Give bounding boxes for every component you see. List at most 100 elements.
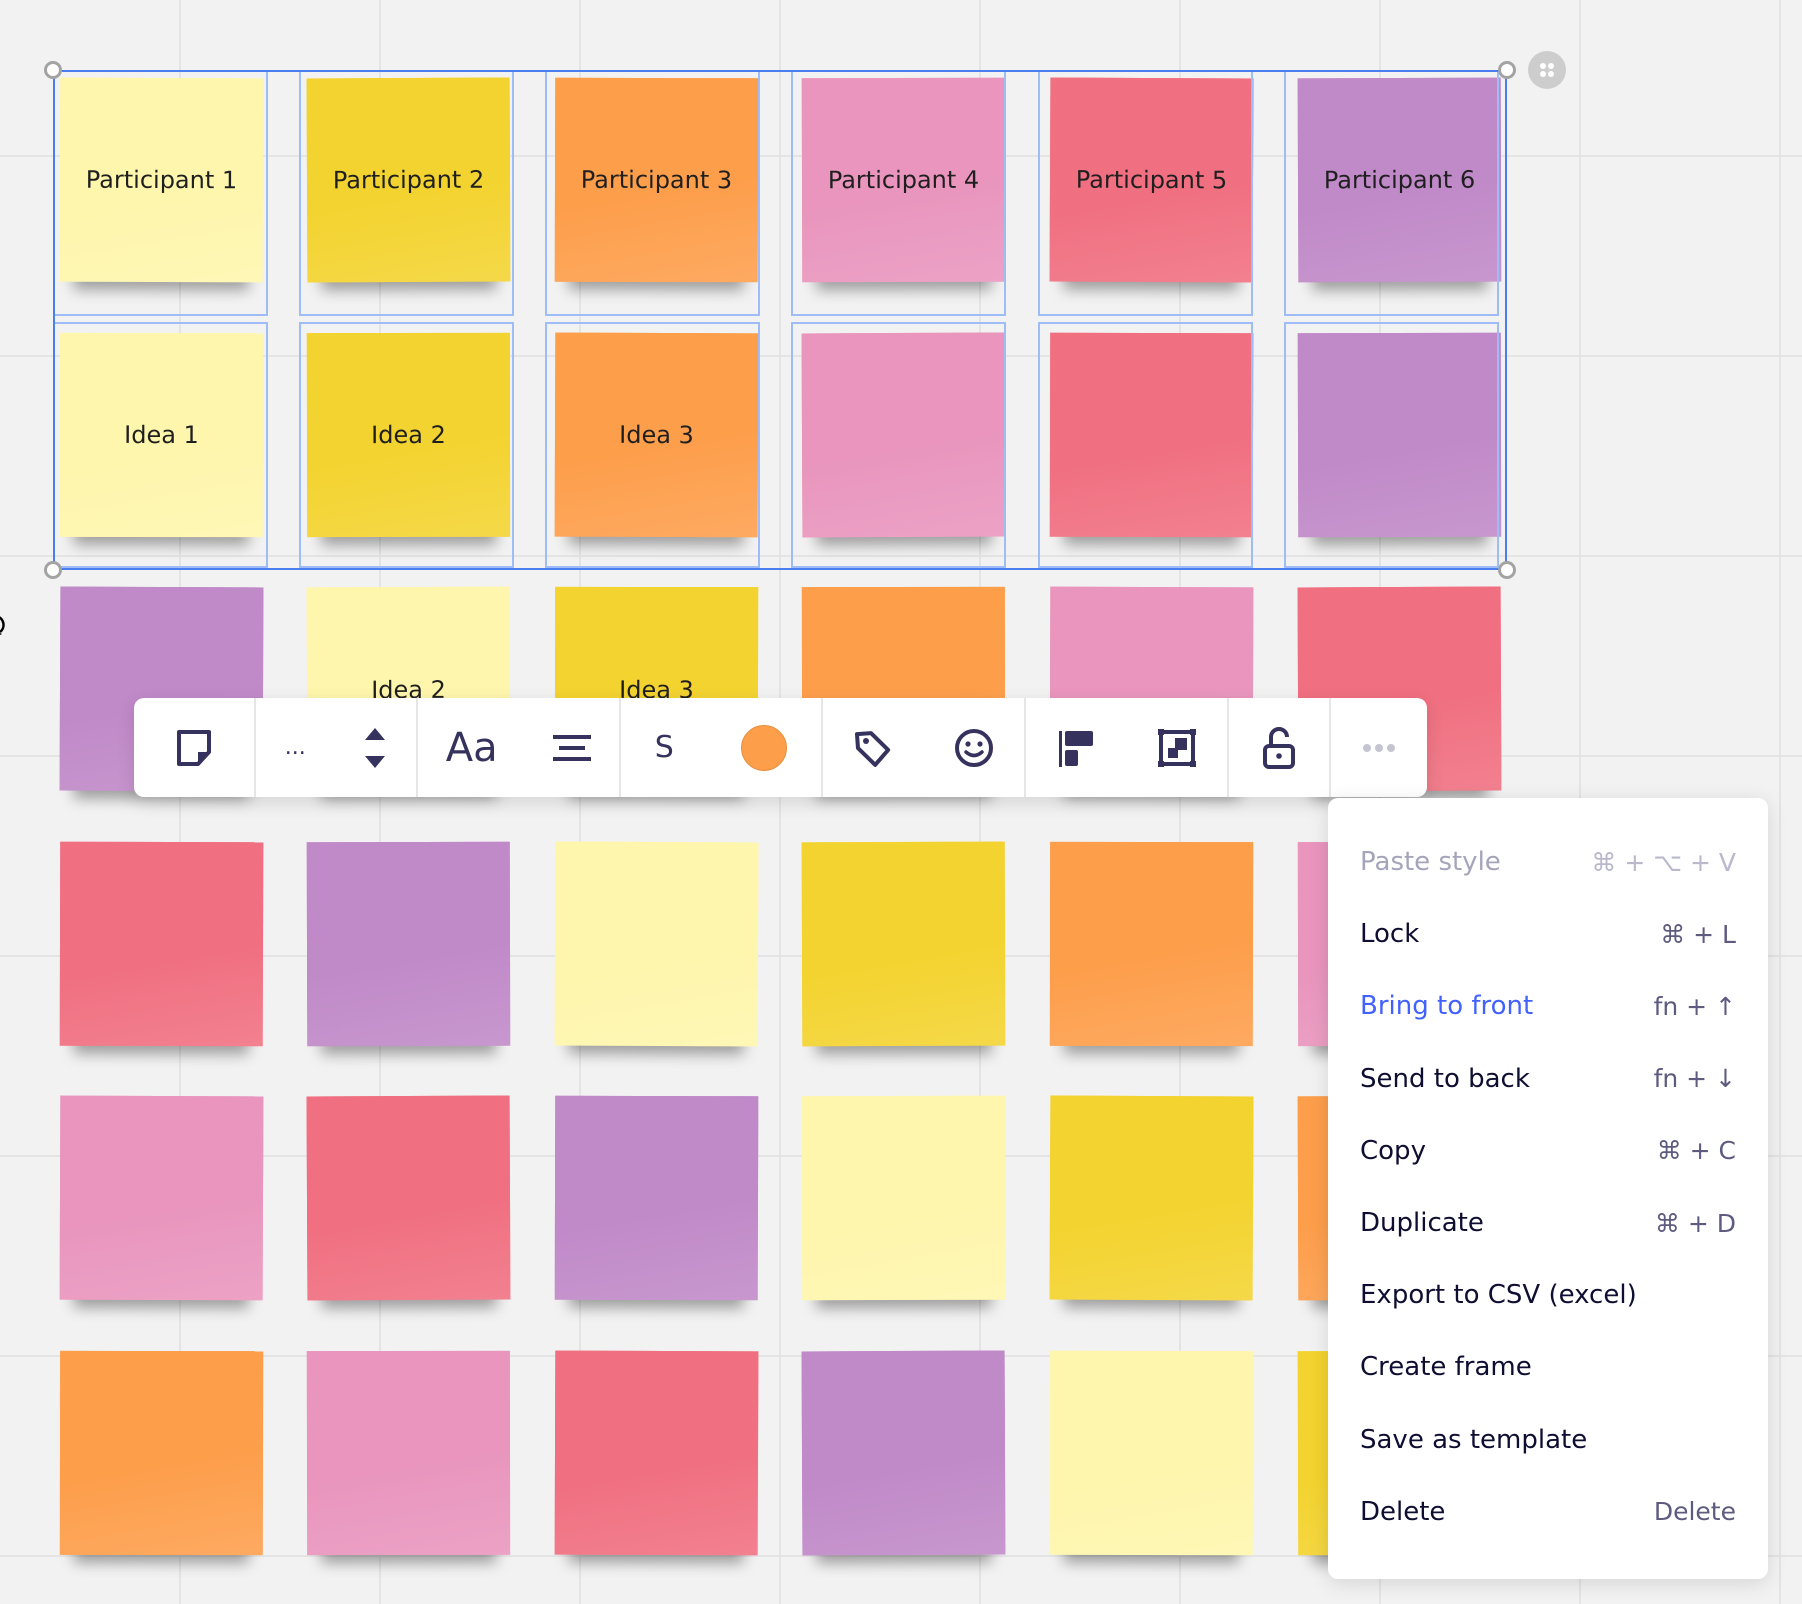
sticky-note[interactable]: Participant 1 xyxy=(59,77,264,283)
sticky-note[interactable]: Participant 6 xyxy=(1297,77,1502,283)
sticky-note-text: Participant 2 xyxy=(332,165,485,195)
menu-item-label: Paste style xyxy=(1360,847,1501,878)
more-button[interactable] xyxy=(1361,742,1397,754)
context-menu-items: Paste style ⌘ + ⌥ + V Lock ⌘ + L Bring to fr… xyxy=(1360,826,1736,1548)
rotate-cursor-icon xyxy=(0,616,5,635)
emoji-button[interactable] xyxy=(954,728,994,768)
strikethrough-button[interactable]: S xyxy=(655,730,674,765)
font-size-stepper[interactable] xyxy=(363,726,387,770)
align-objects-button[interactable] xyxy=(1056,728,1096,768)
sticky-note[interactable]: Idea 2 xyxy=(306,332,511,538)
menu-item-label: Create frame xyxy=(1360,1352,1532,1383)
sticky-note[interactable] xyxy=(1049,1095,1254,1301)
menu-item-copy[interactable]: Copy ⌘ + C xyxy=(1360,1115,1736,1187)
sticky-note[interactable] xyxy=(59,841,264,1047)
menu-item-paste-style[interactable]: Paste style ⌘ + ⌥ + V xyxy=(1360,826,1736,898)
sticky-note[interactable] xyxy=(801,1350,1006,1556)
font-size-value[interactable]: ... xyxy=(285,735,306,760)
sticky-note-text: Idea 1 xyxy=(124,420,199,450)
menu-item-lock[interactable]: Lock ⌘ + L xyxy=(1360,898,1736,970)
color-swatch xyxy=(741,724,788,771)
resize-handle-top-left[interactable] xyxy=(44,61,62,79)
sticky-note-text: Idea 2 xyxy=(371,420,446,450)
sticky-note[interactable]: Participant 3 xyxy=(554,77,759,283)
color-picker-button[interactable] xyxy=(741,724,788,771)
sticky-note[interactable] xyxy=(801,332,1006,538)
toolbar-section-text: Aa xyxy=(418,698,621,797)
menu-item-delete[interactable]: Delete Delete xyxy=(1360,1476,1736,1548)
selection-frame xyxy=(53,70,1507,570)
sticky-note[interactable] xyxy=(554,1350,759,1556)
menu-item-label: Export to CSV (excel) xyxy=(1360,1280,1637,1311)
toolbar-section-lock xyxy=(1229,698,1331,797)
sticky-note[interactable] xyxy=(1297,332,1502,538)
sticky-note[interactable] xyxy=(554,1095,759,1301)
resize-handle-bottom-left[interactable] xyxy=(44,561,62,579)
unlock-icon xyxy=(1263,726,1295,769)
menu-item-duplicate[interactable]: Duplicate ⌘ + D xyxy=(1360,1187,1736,1259)
tag-icon xyxy=(855,730,891,767)
menu-item-create-frame[interactable]: Create frame xyxy=(1360,1331,1736,1403)
lock-button[interactable] xyxy=(1261,726,1297,770)
sticky-note-text: Participant 4 xyxy=(827,165,980,195)
sticky-note[interactable] xyxy=(59,1095,264,1301)
menu-item-label: Bring to front xyxy=(1360,991,1534,1022)
text-align-button[interactable] xyxy=(553,733,592,763)
sticky-note[interactable] xyxy=(306,1095,511,1301)
sticky-note-text: Participant 6 xyxy=(1323,165,1476,195)
sticky-note[interactable] xyxy=(306,841,511,1047)
resize-handle-top-right[interactable] xyxy=(1498,61,1516,79)
toolbar-section-more xyxy=(1331,698,1427,797)
sticky-note-text: Participant 1 xyxy=(85,165,238,195)
sticky-note[interactable] xyxy=(1049,1350,1254,1556)
menu-item-label: Copy xyxy=(1360,1135,1426,1166)
stepper-arrows-icon xyxy=(365,727,386,768)
menu-item-shortcut: Delete xyxy=(1653,1497,1736,1527)
sticky-note[interactable] xyxy=(306,1350,511,1556)
sticky-note[interactable] xyxy=(554,841,759,1047)
frame-icon xyxy=(1157,728,1196,767)
menu-item-shortcut: ⌘ + L xyxy=(1660,919,1736,949)
menu-item-save-as-template[interactable]: Save as template xyxy=(1360,1404,1736,1476)
sticky-note[interactable] xyxy=(801,841,1006,1047)
toolbar-section-arrange xyxy=(1026,698,1229,797)
menu-item-label: Lock xyxy=(1360,919,1420,950)
sticky-note[interactable]: Participant 5 xyxy=(1049,77,1254,283)
align-objects-icon xyxy=(1059,730,1094,767)
menu-item-shortcut: ⌘ + C xyxy=(1656,1136,1736,1166)
sticky-note[interactable] xyxy=(801,1095,1006,1301)
more-icon xyxy=(1363,743,1395,752)
sticky-note[interactable] xyxy=(1049,332,1254,538)
toolbar-section-meta xyxy=(823,698,1026,797)
menu-item-shortcut: ⌘ + D xyxy=(1654,1208,1736,1238)
sticky-note[interactable]: Participant 2 xyxy=(306,77,511,283)
sticky-note[interactable]: Idea 1 xyxy=(59,332,264,538)
menu-item-shortcut: fn + ↓ xyxy=(1653,1064,1736,1094)
sticky-note-text: Participant 3 xyxy=(580,165,733,195)
menu-item-label: Save as template xyxy=(1360,1424,1588,1455)
toolbar-section-type xyxy=(134,698,256,797)
menu-item-export-to-csv-excel[interactable]: Export to CSV (excel) xyxy=(1360,1259,1736,1331)
menu-item-send-to-back[interactable]: Send to back fn + ↓ xyxy=(1360,1043,1736,1115)
tag-button[interactable] xyxy=(853,728,893,768)
toolbar-section-style: S xyxy=(621,698,823,797)
group-button[interactable] xyxy=(1528,51,1566,89)
sticky-note-icon xyxy=(177,729,211,766)
sticky-note[interactable]: Idea 3 xyxy=(554,332,759,538)
menu-item-shortcut: fn + ↑ xyxy=(1653,991,1736,1021)
resize-handle-bottom-right[interactable] xyxy=(1498,561,1516,579)
sticky-type-button[interactable] xyxy=(174,728,214,768)
toolbar-section-font-size: ... xyxy=(256,698,418,797)
sticky-note[interactable] xyxy=(1049,841,1254,1047)
font-button[interactable]: Aa xyxy=(446,725,498,771)
menu-item-bring-to-front[interactable]: Bring to front fn + ↑ xyxy=(1360,970,1736,1042)
context-menu: Paste style ⌘ + ⌥ + V Lock ⌘ + L Bring to fr… xyxy=(1328,798,1768,1579)
sticky-note-text: Idea 3 xyxy=(619,420,694,450)
emoji-icon xyxy=(954,728,993,767)
sticky-note[interactable] xyxy=(59,1350,264,1556)
sticky-note-text: Participant 5 xyxy=(1075,165,1228,195)
create-frame-button[interactable] xyxy=(1157,728,1197,768)
sticky-note[interactable]: Participant 4 xyxy=(801,77,1006,283)
menu-item-label: Duplicate xyxy=(1360,1208,1484,1239)
align-center-icon xyxy=(553,734,592,761)
